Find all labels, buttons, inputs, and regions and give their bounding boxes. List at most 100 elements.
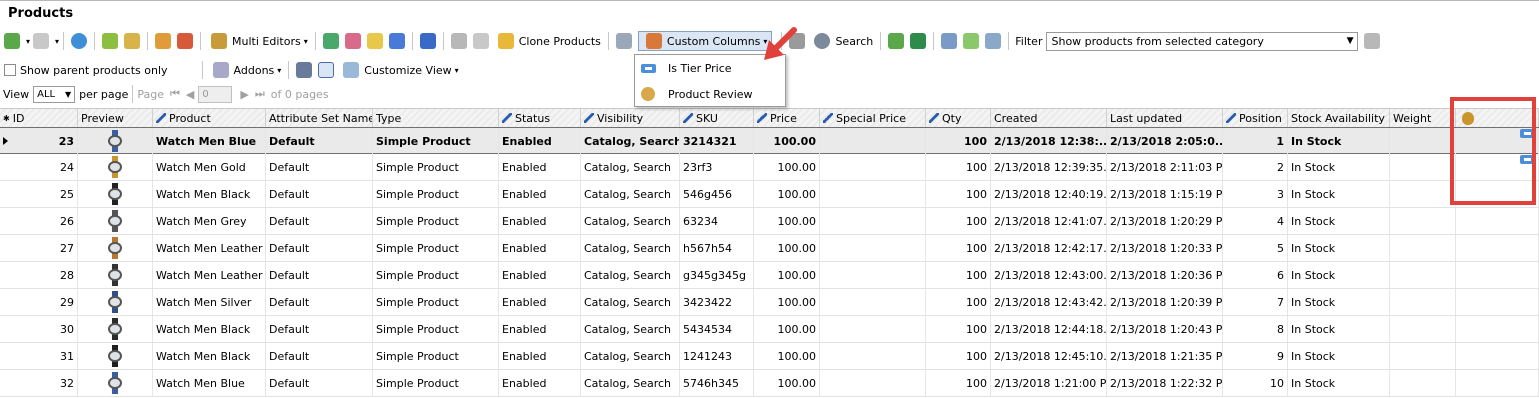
menu-item-product-review[interactable]: Product Review [635,81,785,107]
cell-preview[interactable] [78,208,153,234]
cell-position[interactable]: 6 [1223,262,1288,288]
column-header-id[interactable]: ✱ ID [0,109,78,127]
cell-is-tier-price[interactable] [1456,370,1539,396]
export-icon[interactable] [366,33,383,49]
addons-button[interactable]: Addons ▾ [210,62,281,78]
cell-created[interactable]: 2/13/2018 12:40:19... [991,181,1107,207]
previous-page-icon[interactable]: ◀ [186,88,194,101]
cell-attr[interactable]: Default [266,235,373,261]
multi-editors-button[interactable]: Multi Editors ▾ [208,33,308,49]
report-icon[interactable] [941,33,958,49]
cell-attr[interactable]: Default [266,154,373,180]
cell-special[interactable] [820,235,926,261]
cell-sku[interactable]: 23rf3 [680,154,754,180]
cell-position[interactable]: 10 [1223,370,1288,396]
add-product-icon[interactable] [102,33,119,49]
cell-price[interactable]: 100.00 [754,289,820,315]
cell-is-tier-price[interactable] [1456,343,1539,369]
cell-qty[interactable]: 100 [926,181,991,207]
back-dropdown-icon[interactable]: ▾ [26,37,30,46]
cell-updated[interactable]: 2/13/2018 1:22:32 PM [1107,370,1223,396]
cell-status[interactable]: Enabled [499,316,581,342]
cell-attr[interactable]: Default [266,316,373,342]
table-row[interactable]: 24 Watch Men Gold Default Simple Product Ena… [0,154,1539,181]
cell-preview[interactable] [78,128,153,154]
view-select[interactable]: ALL ▼ [33,85,76,103]
cell-attr[interactable]: Default [266,262,373,288]
cell-visibility[interactable]: Catalog, Search [581,235,680,261]
cell-qty[interactable]: 100 [926,316,991,342]
show-parent-checkbox[interactable] [4,64,16,76]
cell-id[interactable]: 23 [0,128,78,154]
globe-icon[interactable] [388,33,405,49]
import-icon[interactable] [344,33,361,49]
cell-sku[interactable]: 5434534 [680,316,754,342]
cell-status[interactable]: Enabled [499,289,581,315]
cell-special[interactable] [820,128,926,154]
cell-created[interactable]: 2/13/2018 1:21:00 PM [991,370,1107,396]
cell-product[interactable]: Watch Men Grey [153,208,266,234]
cell-position[interactable]: 5 [1223,235,1288,261]
cell-product[interactable]: Watch Men Black [153,316,266,342]
cell-type[interactable]: Simple Product [373,343,499,369]
custom-columns-button[interactable]: Custom Columns ▾ [637,31,773,51]
move-up-icon[interactable] [963,33,980,49]
cell-price[interactable]: 100.00 [754,208,820,234]
column-header-product[interactable]: Product [153,109,266,127]
cell-status[interactable]: Enabled [499,262,581,288]
search-button[interactable]: Search [811,33,873,49]
cell-qty[interactable]: 100 [926,343,991,369]
first-page-icon[interactable]: ⏮ [170,87,180,101]
cell-updated[interactable]: 2/13/2018 2:05:0... [1107,128,1223,154]
cell-attr[interactable]: Default [266,128,373,154]
cell-visibility[interactable]: Catalog, Search [581,181,680,207]
column-header-price[interactable]: Price [754,109,820,127]
cell-created[interactable]: 2/13/2018 12:39:35... [991,154,1107,180]
cell-stock[interactable]: In Stock [1288,154,1390,180]
cell-updated[interactable]: 2/13/2018 1:20:33 PM [1107,235,1223,261]
cell-stock[interactable]: In Stock [1288,343,1390,369]
delete-product-icon[interactable] [177,33,194,49]
cell-created[interactable]: 2/13/2018 12:43:42... [991,289,1107,315]
cell-preview[interactable] [78,289,153,315]
cell-type[interactable]: Simple Product [373,262,499,288]
cell-id[interactable]: 29 [0,289,78,315]
cell-product[interactable]: Watch Men Gold [153,154,266,180]
column-header-created[interactable]: Created [991,109,1107,127]
cell-product[interactable]: Watch Men Leather [153,262,266,288]
sync-icon[interactable] [322,33,339,49]
column-header-type[interactable]: Type [373,109,499,127]
column-header-status[interactable]: Status [499,109,581,127]
cell-position[interactable]: 3 [1223,181,1288,207]
cell-product[interactable]: Watch Men Black [153,343,266,369]
cell-is-tier-price[interactable] [1456,262,1539,288]
cell-visibility[interactable]: Catalog, Search [581,128,680,154]
last-page-icon[interactable]: ⏭ [255,87,265,101]
cell-visibility[interactable]: Catalog, Search [581,262,680,288]
cell-special[interactable] [820,370,926,396]
cell-type[interactable]: Simple Product [373,208,499,234]
cell-visibility[interactable]: Catalog, Search [581,208,680,234]
forward-dropdown-icon[interactable]: ▾ [55,37,59,46]
cell-id[interactable]: 31 [0,343,78,369]
cell-special[interactable] [820,181,926,207]
cell-is-tier-price[interactable] [1456,208,1539,234]
cell-status[interactable]: Enabled [499,128,581,154]
cell-updated[interactable]: 2/13/2018 2:11:03 PM [1107,154,1223,180]
cell-created[interactable]: 2/13/2018 12:44:18... [991,316,1107,342]
cell-preview[interactable] [78,343,153,369]
cell-product[interactable]: Watch Men Silver [153,289,266,315]
cell-status[interactable]: Enabled [499,235,581,261]
cell-status[interactable]: Enabled [499,343,581,369]
cell-sku[interactable]: 1241243 [680,343,754,369]
cell-sku[interactable]: 5746h345 [680,370,754,396]
cell-stock[interactable]: In Stock [1288,262,1390,288]
cell-type[interactable]: Simple Product [373,316,499,342]
cell-updated[interactable]: 2/13/2018 1:15:19 PM [1107,181,1223,207]
cell-visibility[interactable]: Catalog, Search [581,370,680,396]
column-header-visibility[interactable]: Visibility [581,109,680,127]
cell-price[interactable]: 100.00 [754,181,820,207]
cell-weight[interactable] [1390,289,1456,315]
table-row[interactable]: 25 Watch Men Black Default Simple Product En… [0,181,1539,208]
copy-icon[interactable] [450,33,467,49]
